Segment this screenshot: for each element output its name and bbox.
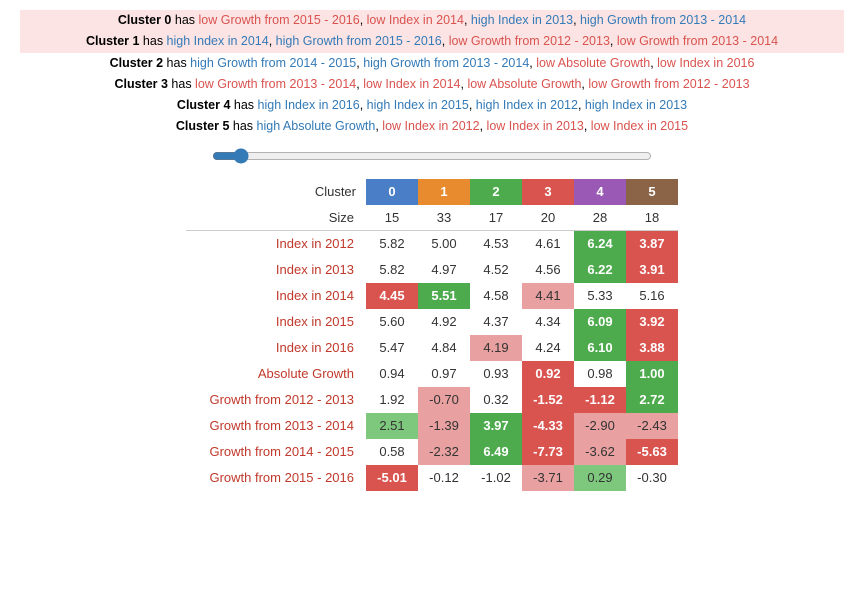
cell-r9-c5: -0.30 bbox=[626, 465, 678, 491]
cell-r3-c5: 3.92 bbox=[626, 309, 678, 335]
cell-r2-c3: 4.41 bbox=[522, 283, 574, 309]
header-5: 5 bbox=[626, 179, 678, 205]
cell-r3-c1: 4.92 bbox=[418, 309, 470, 335]
cluster-table: Cluster012345 Size153317202818 Index in 20… bbox=[186, 179, 678, 491]
size-cluster-1: 33 bbox=[418, 205, 470, 231]
cell-r9-c3: -3.71 bbox=[522, 465, 574, 491]
cell-r5-c0: 0.94 bbox=[366, 361, 418, 387]
cell-r7-c1: -1.39 bbox=[418, 413, 470, 439]
cell-r7-c2: 3.97 bbox=[470, 413, 522, 439]
header-Cluster: Cluster bbox=[186, 179, 366, 205]
cell-r6-c3: -1.52 bbox=[522, 387, 574, 413]
cell-r0-c0: 5.82 bbox=[366, 231, 418, 257]
cell-r3-c3: 4.34 bbox=[522, 309, 574, 335]
row-label-3: Index in 2015 bbox=[186, 309, 366, 335]
cell-r7-c4: -2.90 bbox=[574, 413, 626, 439]
header-1: 1 bbox=[418, 179, 470, 205]
row-label-5: Absolute Growth bbox=[186, 361, 366, 387]
cell-r8-c0: 0.58 bbox=[366, 439, 418, 465]
header-4: 4 bbox=[574, 179, 626, 205]
cell-r7-c3: -4.33 bbox=[522, 413, 574, 439]
header-0: 0 bbox=[366, 179, 418, 205]
cell-r4-c1: 4.84 bbox=[418, 335, 470, 361]
cell-r5-c1: 0.97 bbox=[418, 361, 470, 387]
cell-r4-c4: 6.10 bbox=[574, 335, 626, 361]
cluster-desc-3: Cluster 3 has low Growth from 2013 - 201… bbox=[20, 74, 844, 95]
cell-r1-c4: 6.22 bbox=[574, 257, 626, 283]
cell-r6-c4: -1.12 bbox=[574, 387, 626, 413]
cell-r3-c0: 5.60 bbox=[366, 309, 418, 335]
cluster-desc-0: Cluster 0 has low Growth from 2015 - 201… bbox=[20, 10, 844, 31]
cell-r8-c4: -3.62 bbox=[574, 439, 626, 465]
cell-r8-c2: 6.49 bbox=[470, 439, 522, 465]
row-label-1: Index in 2013 bbox=[186, 257, 366, 283]
cell-r6-c2: 0.32 bbox=[470, 387, 522, 413]
cluster-desc-5: Cluster 5 has high Absolute Growth, low … bbox=[20, 116, 844, 137]
cell-r2-c2: 4.58 bbox=[470, 283, 522, 309]
cell-r4-c3: 4.24 bbox=[522, 335, 574, 361]
cell-r8-c5: -5.63 bbox=[626, 439, 678, 465]
size-cluster-2: 17 bbox=[470, 205, 522, 231]
size-label: Size bbox=[186, 205, 366, 231]
cell-r0-c1: 5.00 bbox=[418, 231, 470, 257]
cell-r0-c3: 4.61 bbox=[522, 231, 574, 257]
size-cluster-4: 28 bbox=[574, 205, 626, 231]
cell-r9-c4: 0.29 bbox=[574, 465, 626, 491]
cell-r1-c5: 3.91 bbox=[626, 257, 678, 283]
cell-r1-c0: 5.82 bbox=[366, 257, 418, 283]
cell-r2-c4: 5.33 bbox=[574, 283, 626, 309]
header-3: 3 bbox=[522, 179, 574, 205]
row-label-7: Growth from 2013 - 2014 bbox=[186, 413, 366, 439]
size-cluster-3: 20 bbox=[522, 205, 574, 231]
cell-r4-c2: 4.19 bbox=[470, 335, 522, 361]
cell-r7-c0: 2.51 bbox=[366, 413, 418, 439]
cell-r6-c0: 1.92 bbox=[366, 387, 418, 413]
row-label-9: Growth from 2015 - 2016 bbox=[186, 465, 366, 491]
cell-r6-c5: 2.72 bbox=[626, 387, 678, 413]
cell-r0-c4: 6.24 bbox=[574, 231, 626, 257]
cluster-desc-1: Cluster 1 has high Index in 2014, high G… bbox=[20, 31, 844, 52]
cell-r3-c2: 4.37 bbox=[470, 309, 522, 335]
cell-r4-c5: 3.88 bbox=[626, 335, 678, 361]
row-label-6: Growth from 2012 - 2013 bbox=[186, 387, 366, 413]
cluster-descriptions: Cluster 0 has low Growth from 2015 - 201… bbox=[20, 10, 844, 138]
data-table-wrapper: Cluster012345 Size153317202818 Index in 20… bbox=[20, 179, 844, 491]
cell-r8-c3: -7.73 bbox=[522, 439, 574, 465]
row-label-2: Index in 2014 bbox=[186, 283, 366, 309]
row-label-8: Growth from 2014 - 2015 bbox=[186, 439, 366, 465]
cell-r6-c1: -0.70 bbox=[418, 387, 470, 413]
cell-r0-c2: 4.53 bbox=[470, 231, 522, 257]
cluster-desc-4: Cluster 4 has high Index in 2016, high I… bbox=[20, 95, 844, 116]
cell-r4-c0: 5.47 bbox=[366, 335, 418, 361]
cell-r2-c0: 4.45 bbox=[366, 283, 418, 309]
row-label-0: Index in 2012 bbox=[186, 231, 366, 257]
cell-r5-c4: 0.98 bbox=[574, 361, 626, 387]
cell-r9-c0: -5.01 bbox=[366, 465, 418, 491]
size-cluster-0: 15 bbox=[366, 205, 418, 231]
cell-r1-c3: 4.56 bbox=[522, 257, 574, 283]
slider-container[interactable] bbox=[20, 148, 844, 164]
cell-r0-c5: 3.87 bbox=[626, 231, 678, 257]
cell-r9-c1: -0.12 bbox=[418, 465, 470, 491]
cell-r2-c1: 5.51 bbox=[418, 283, 470, 309]
cell-r3-c4: 6.09 bbox=[574, 309, 626, 335]
row-label-4: Index in 2016 bbox=[186, 335, 366, 361]
cluster-desc-2: Cluster 2 has high Growth from 2014 - 20… bbox=[20, 53, 844, 74]
cell-r5-c3: 0.92 bbox=[522, 361, 574, 387]
header-2: 2 bbox=[470, 179, 522, 205]
cell-r7-c5: -2.43 bbox=[626, 413, 678, 439]
cell-r5-c5: 1.00 bbox=[626, 361, 678, 387]
cell-r5-c2: 0.93 bbox=[470, 361, 522, 387]
size-cluster-5: 18 bbox=[626, 205, 678, 231]
cell-r2-c5: 5.16 bbox=[626, 283, 678, 309]
cell-r9-c2: -1.02 bbox=[470, 465, 522, 491]
cell-r1-c1: 4.97 bbox=[418, 257, 470, 283]
cell-r8-c1: -2.32 bbox=[418, 439, 470, 465]
range-slider[interactable] bbox=[212, 148, 652, 164]
cell-r1-c2: 4.52 bbox=[470, 257, 522, 283]
